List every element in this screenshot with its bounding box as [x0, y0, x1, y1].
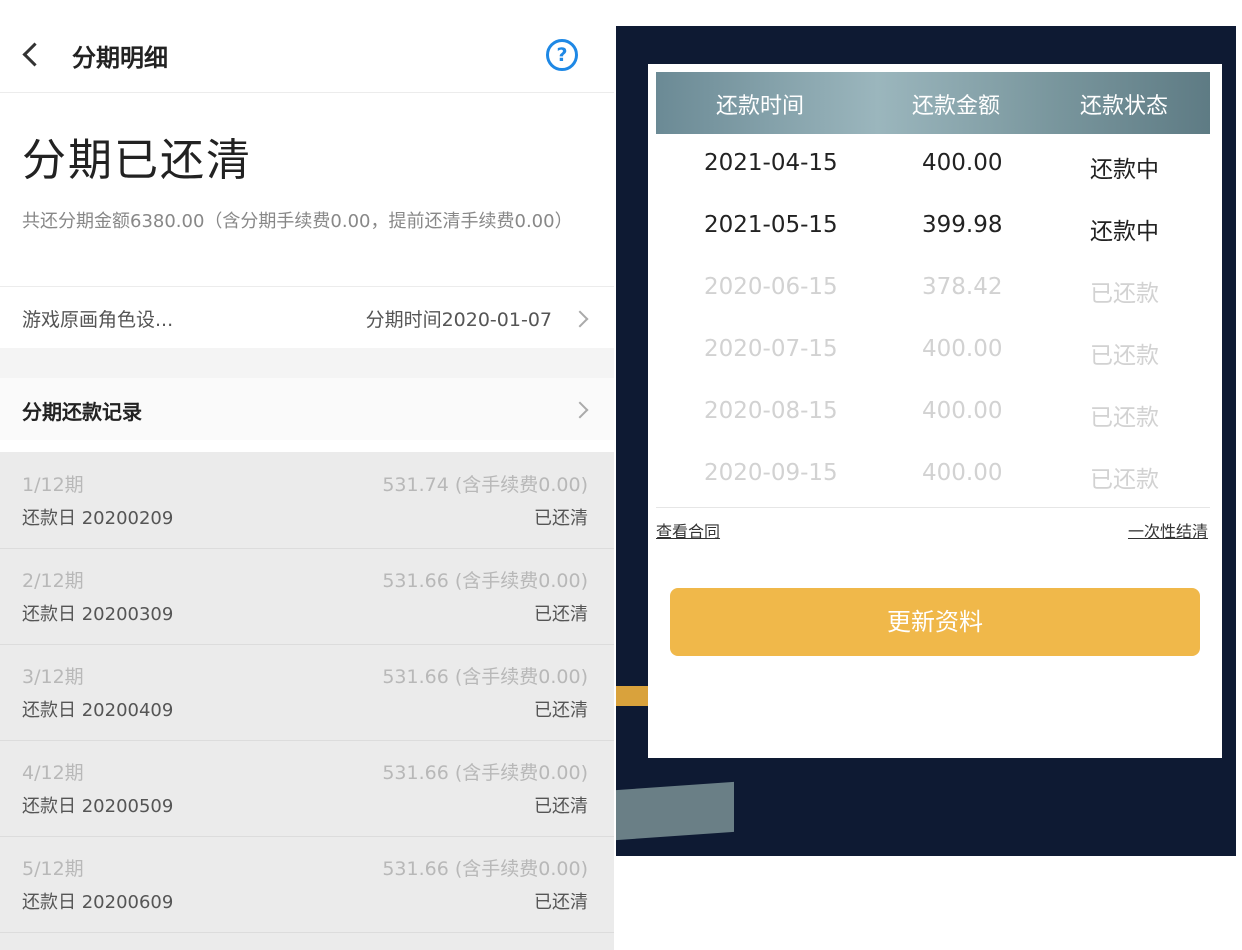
row-date: 2020-09-15: [704, 460, 838, 486]
row-amount: 400.00: [922, 460, 1003, 486]
period-label: 4/12期: [22, 762, 84, 784]
pay-off-link[interactable]: 一次性结清: [1128, 518, 1208, 542]
decorative-shape: [616, 686, 650, 706]
repayment-summary: 共还分期金额6380.00（含分期手续费0.00，提前还清手续费0.00）: [22, 211, 573, 232]
help-icon[interactable]: ?: [546, 39, 578, 71]
table-row: 2020-07-15 400.00 已还款: [656, 320, 1210, 382]
table-row: 2020-09-15 400.00 已还款: [656, 444, 1210, 506]
row-amount: 400.00: [922, 150, 1003, 176]
installment-detail-panel: 分期明细 ? 分期已还清 共还分期金额6380.00（含分期手续费0.00，提前…: [0, 0, 614, 950]
amount-label: 531.66 (含手续费0.00): [382, 858, 588, 880]
status-label: 已还清: [534, 604, 588, 625]
product-row[interactable]: 游戏原画角色设... 分期时间2020-01-07: [0, 286, 614, 349]
period-label: 1/12期: [22, 474, 84, 496]
due-date: 还款日 20200309: [22, 604, 174, 625]
table-row: 2020-08-15 400.00 已还款: [656, 382, 1210, 444]
section-gap: [0, 348, 614, 378]
row-status: 已还款: [1090, 343, 1159, 369]
installment-list: 1/12期 531.74 (含手续费0.00) 还款日 20200209 已还清…: [0, 452, 614, 950]
period-label: 3/12期: [22, 666, 84, 688]
list-item[interactable]: 4/12期 531.66 (含手续费0.00) 还款日 20200509 已还清: [0, 740, 614, 837]
row-status: 已还款: [1090, 281, 1159, 307]
table-header: 还款时间 还款金额 还款状态: [656, 72, 1210, 134]
row-status: 还款中: [1090, 157, 1159, 183]
row-status: 已还款: [1090, 405, 1159, 431]
table-row: 2020-06-15 378.42 已还款: [656, 258, 1210, 320]
chevron-right-icon: [571, 401, 589, 419]
chevron-right-icon: [571, 310, 589, 328]
row-status: 还款中: [1090, 219, 1159, 245]
due-date: 还款日 20200209: [22, 508, 174, 529]
amount-label: 531.66 (含手续费0.00): [382, 570, 588, 592]
status-headline: 分期已还清: [22, 135, 252, 186]
divider: [656, 507, 1210, 508]
list-item[interactable]: 3/12期 531.66 (含手续费0.00) 还款日 20200409 已还清: [0, 644, 614, 741]
table-row: 2021-04-15 400.00 还款中: [656, 134, 1210, 196]
period-label: 5/12期: [22, 858, 84, 880]
due-date: 还款日 20200509: [22, 796, 174, 817]
view-contract-link[interactable]: 查看合同: [656, 518, 720, 542]
due-date: 还款日 20200409: [22, 700, 174, 721]
status-label: 已还清: [534, 508, 588, 529]
due-date: 还款日 20200609: [22, 892, 174, 913]
status-label: 已还清: [534, 892, 588, 913]
installment-date: 分期时间2020-01-07: [365, 309, 552, 331]
row-date: 2020-06-15: [704, 274, 838, 300]
row-amount: 378.42: [922, 274, 1003, 300]
row-date: 2020-07-15: [704, 336, 838, 362]
column-header-amount: 还款金额: [912, 94, 1001, 119]
row-status: 已还款: [1090, 467, 1159, 493]
top-bar: 分期明细 ?: [0, 22, 614, 93]
row-date: 2021-04-15: [704, 150, 838, 176]
column-header-time: 还款时间: [716, 94, 805, 119]
repayment-schedule-card: 还款时间 还款金额 还款状态 2021-04-15 400.00 还款中 202…: [648, 64, 1222, 758]
row-amount: 400.00: [922, 398, 1003, 424]
period-label: 2/12期: [22, 570, 84, 592]
row-date: 2021-05-15: [704, 212, 838, 238]
amount-label: 531.66 (含手续费0.00): [382, 762, 588, 784]
page-title: 分期明细: [72, 44, 168, 72]
repayment-records-row[interactable]: 分期还款记录: [0, 378, 614, 440]
update-info-button[interactable]: 更新资料: [670, 588, 1200, 656]
row-date: 2020-08-15: [704, 398, 838, 424]
back-arrow-icon[interactable]: [22, 42, 47, 67]
status-label: 已还清: [534, 796, 588, 817]
column-header-status: 还款状态: [1080, 94, 1169, 119]
decorative-shape: [616, 781, 734, 841]
amount-label: 531.74 (含手续费0.00): [382, 474, 588, 496]
row-amount: 399.98: [922, 212, 1003, 238]
row-amount: 400.00: [922, 336, 1003, 362]
list-item[interactable]: 5/12期 531.66 (含手续费0.00) 还款日 20200609 已还清: [0, 836, 614, 933]
status-label: 已还清: [534, 700, 588, 721]
amount-label: 531.66 (含手续费0.00): [382, 666, 588, 688]
product-name: 游戏原画角色设...: [22, 309, 174, 331]
table-row: 2021-05-15 399.98 还款中: [656, 196, 1210, 258]
list-item[interactable]: 1/12期 531.74 (含手续费0.00) 还款日 20200209 已还清: [0, 452, 614, 549]
list-item[interactable]: 2/12期 531.66 (含手续费0.00) 还款日 20200309 已还清: [0, 548, 614, 645]
records-label: 分期还款记录: [22, 400, 142, 424]
